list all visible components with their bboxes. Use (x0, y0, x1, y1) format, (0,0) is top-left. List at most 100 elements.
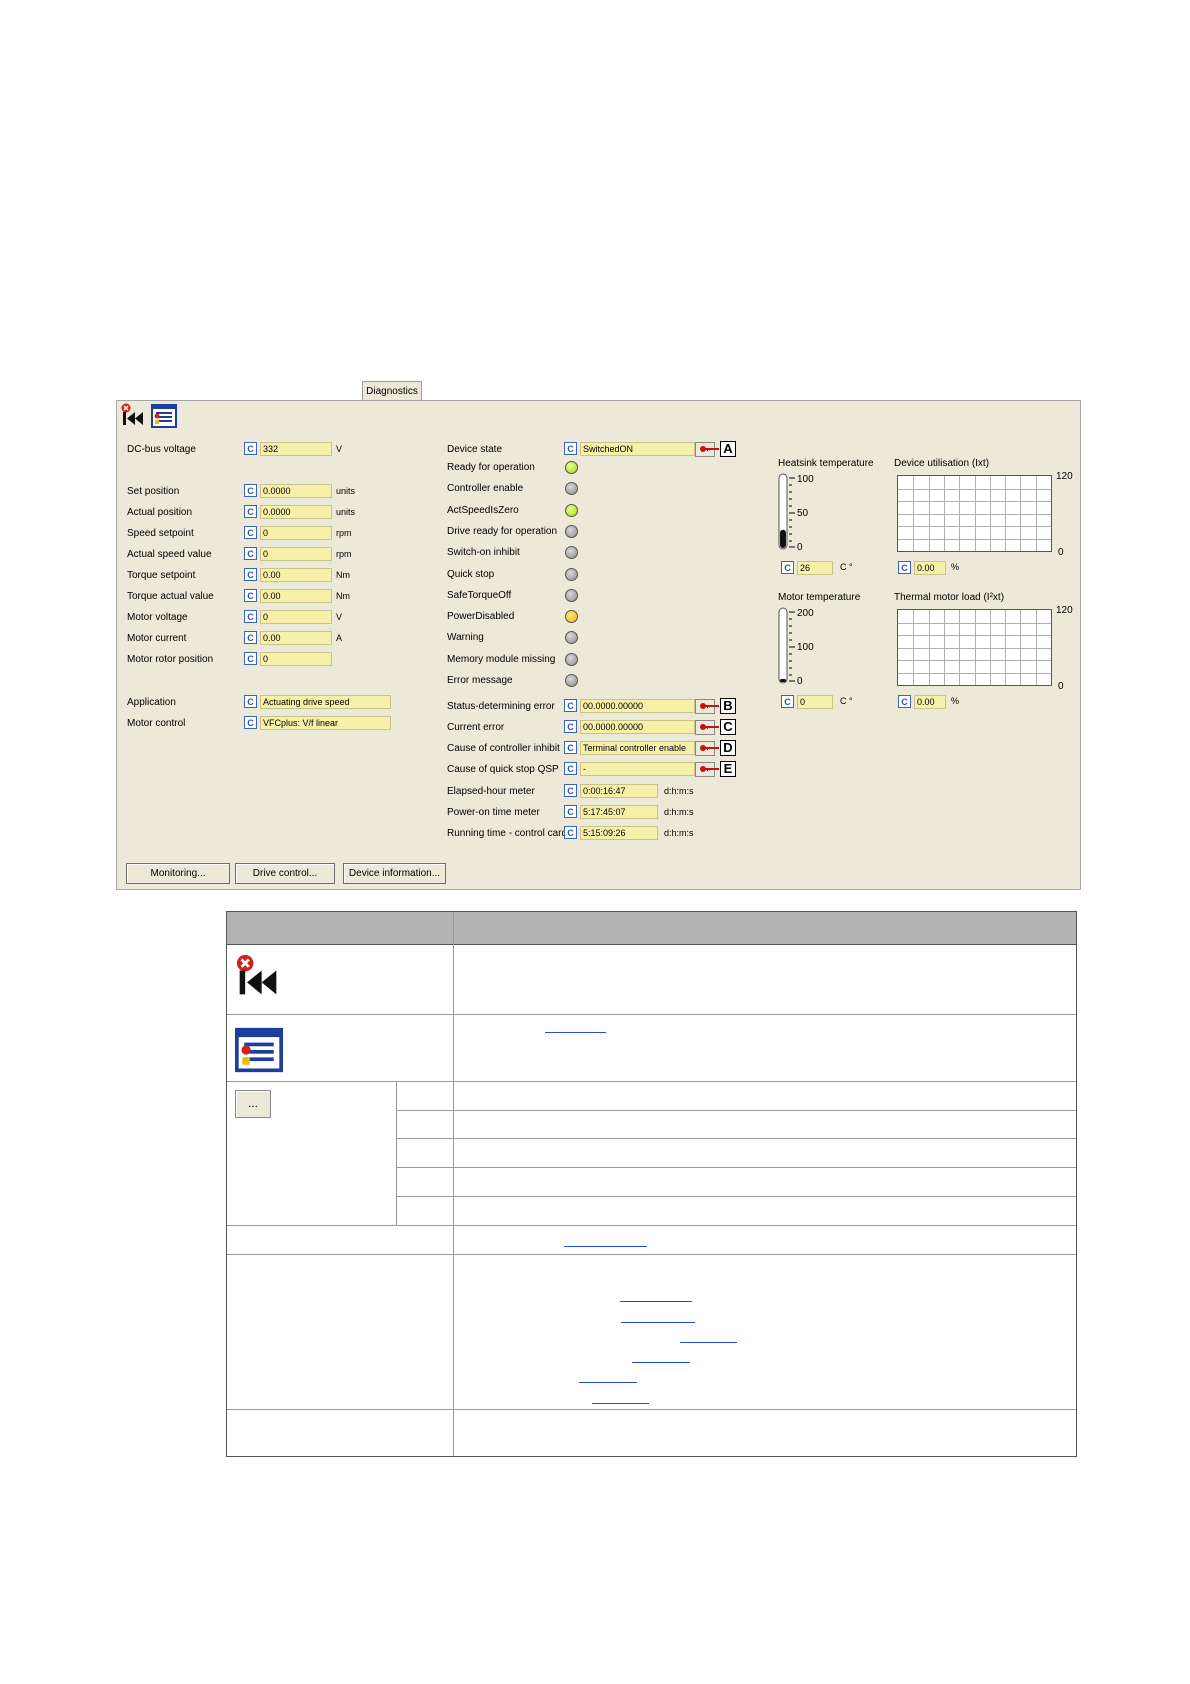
device-util-min: 0 (1058, 547, 1064, 558)
status-label: Ready for operation (447, 462, 535, 473)
grid-line (898, 660, 1051, 661)
code-button[interactable]: C (244, 695, 257, 708)
param-value-field: 0 (260, 526, 332, 540)
error-field-label: Current error (447, 722, 505, 733)
device-util-max: 120 (1056, 471, 1073, 482)
status-label: SafeTorqueOff (447, 590, 512, 601)
drive-control-button[interactable]: Drive control... (235, 863, 335, 884)
code-button[interactable]: C (244, 484, 257, 497)
grid-line (898, 514, 1051, 515)
status-led-indicator (565, 504, 578, 517)
marker-label: C (720, 719, 736, 735)
heatsink-title: Heatsink temperature (778, 458, 874, 469)
marker-label: E (720, 761, 736, 777)
param-label: Speed setpoint (127, 528, 194, 539)
error-field-label: Cause of controller inhibit (447, 743, 560, 754)
error-value-field: 00.0000.00000 (580, 720, 695, 734)
pin-line (703, 705, 719, 707)
code-button[interactable]: C (244, 716, 257, 729)
grid-line (898, 539, 1051, 540)
pin-line (703, 448, 719, 450)
status-led-indicator (565, 525, 578, 538)
code-button[interactable]: C (564, 741, 577, 754)
legend-header (227, 912, 1076, 945)
tab-diagnostics[interactable]: Diagnostics (362, 381, 422, 401)
code-button[interactable]: C (244, 442, 257, 455)
motor-temp-scale-mid: 100 (797, 642, 814, 653)
logbook-icon[interactable] (151, 404, 177, 428)
grid-line (898, 526, 1051, 527)
code-button[interactable]: C (244, 631, 257, 644)
heatsink-scale-max: 100 (797, 474, 814, 485)
grid-line (898, 489, 1051, 490)
code-button[interactable]: C (564, 720, 577, 733)
status-led-indicator (565, 482, 578, 495)
heatsink-unit: C ° (840, 562, 853, 572)
param-unit: rpm (336, 549, 352, 559)
code-button[interactable]: C (564, 805, 577, 818)
status-label: Drive ready for operation (447, 526, 558, 537)
heatsink-scale-min: 0 (797, 542, 803, 553)
time-label: Elapsed-hour meter (447, 786, 535, 797)
grid-line (898, 501, 1051, 502)
grid-line (898, 623, 1051, 624)
param-label: Motor rotor position (127, 654, 214, 665)
time-value-field: 5:15:09:26 (580, 826, 658, 840)
device-util-chart (897, 475, 1052, 552)
status-led-indicator (565, 653, 578, 666)
motor-temp-value-field: 0 (797, 695, 833, 709)
grid-line (898, 648, 1051, 649)
param-unit: units (336, 486, 356, 496)
param-label: DC-bus voltage (127, 444, 196, 455)
logbook-icon (235, 1026, 283, 1074)
code-button[interactable]: C (781, 561, 794, 574)
code-button[interactable]: C (564, 442, 577, 455)
param-value-field: 0 (260, 652, 332, 666)
reset-error-icon[interactable] (121, 403, 145, 427)
param-label: Torque setpoint (127, 570, 196, 581)
code-button[interactable]: C (244, 610, 257, 623)
code-button[interactable]: C (898, 695, 911, 708)
error-value-field: 00.0000.00000 (580, 699, 695, 713)
status-label: Quick stop (447, 569, 495, 580)
code-button[interactable]: C (781, 695, 794, 708)
param-label: Torque actual value (127, 591, 214, 602)
motor-temp-scale-min: 0 (797, 676, 803, 687)
param-value-field: 332 (260, 442, 332, 456)
code-button[interactable]: C (244, 568, 257, 581)
code-button[interactable]: C (244, 547, 257, 560)
code-button[interactable]: C (564, 784, 577, 797)
code-button[interactable]: C (244, 526, 257, 539)
grid-line (898, 635, 1051, 636)
code-button[interactable]: C (564, 762, 577, 775)
status-label: Switch-on inhibit (447, 547, 520, 558)
status-label: Controller enable (447, 483, 524, 494)
error-field-label: Status-determining error (447, 701, 555, 712)
code-button[interactable]: C (244, 505, 257, 518)
thermal-load-max: 120 (1056, 605, 1073, 616)
motor-temp-scale-max: 200 (797, 608, 814, 619)
marker-label: B (720, 698, 736, 714)
thermal-load-title: Thermal motor load (I²xt) (894, 592, 1005, 603)
details-dots-button: ... (235, 1090, 271, 1118)
device-state-field: SwitchedON (580, 442, 695, 456)
param-value-field: 0.00 (260, 631, 332, 645)
code-button[interactable]: C (564, 699, 577, 712)
code-button[interactable]: C (244, 589, 257, 602)
param-value-field: 0.00 (260, 568, 332, 582)
param-unit: A (336, 633, 343, 643)
pin-line (703, 768, 719, 770)
status-led-indicator (565, 631, 578, 644)
time-value-field: 0:00:16:47 (580, 784, 658, 798)
device-information-button[interactable]: Device information... (343, 863, 446, 884)
code-button[interactable]: C (898, 561, 911, 574)
monitoring-button[interactable]: Monitoring... (126, 863, 230, 884)
device-state-label: Device state (447, 444, 503, 455)
param-unit: V (336, 612, 343, 622)
pin-line (703, 747, 719, 749)
marker-label: A (720, 441, 736, 457)
status-label: Error message (447, 675, 513, 686)
param-value-field: 0 (260, 547, 332, 561)
code-button[interactable]: C (564, 826, 577, 839)
code-button[interactable]: C (244, 652, 257, 665)
